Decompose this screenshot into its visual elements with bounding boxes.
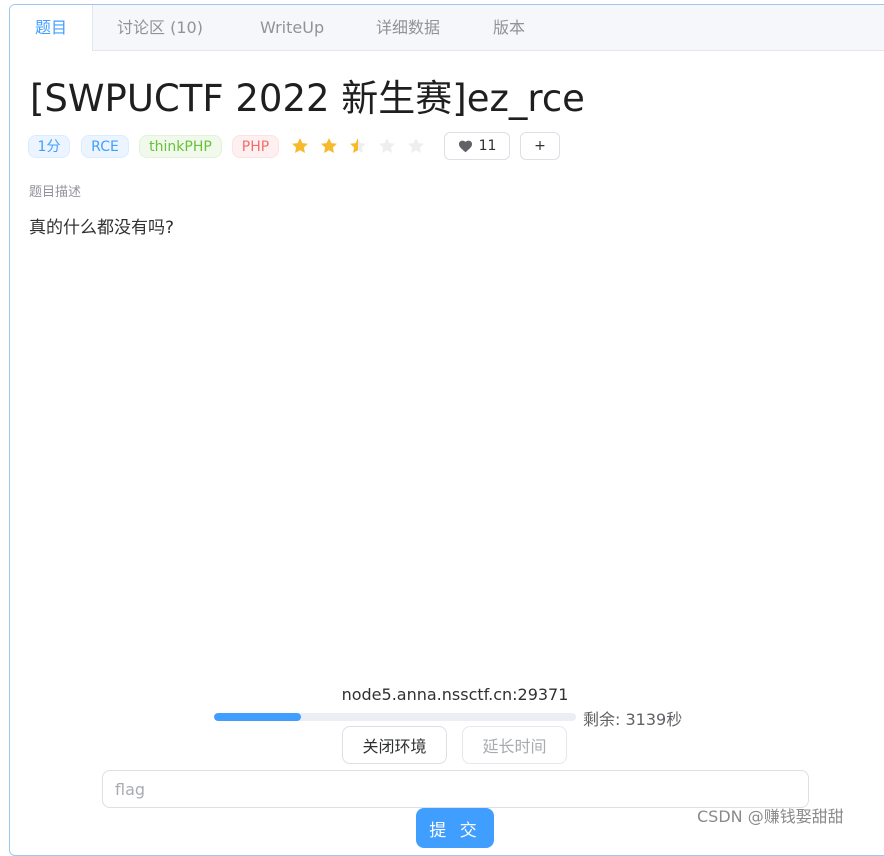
remaining-time: 剩余: 3139秒 xyxy=(583,710,683,729)
star-icon[interactable] xyxy=(290,135,310,157)
tab-version[interactable]: 版本 xyxy=(493,5,525,50)
description-label: 题目描述 xyxy=(29,185,82,200)
page-title: [SWPUCTF 2022 新生赛]ez_rce xyxy=(30,77,585,120)
environment-host[interactable]: node5.anna.nssctf.cn:29371 xyxy=(210,685,700,704)
star-icon[interactable] xyxy=(319,135,339,157)
tab-problem[interactable]: 题目 xyxy=(10,5,93,51)
description-text: 真的什么都没有吗? xyxy=(29,218,175,238)
problem-card: 题目 讨论区 (10) WriteUp 详细数据 版本 [SWPUCTF 202… xyxy=(9,4,884,856)
tab-discussion[interactable]: 讨论区 (10) xyxy=(117,5,203,50)
add-label: + xyxy=(534,138,546,154)
environment-progress xyxy=(214,713,576,721)
tag-rce[interactable]: RCE xyxy=(81,135,129,158)
tag-score: 1分 xyxy=(28,135,70,158)
tag-thinkphp[interactable]: thinkPHP xyxy=(139,135,222,158)
tag-php[interactable]: PHP xyxy=(232,135,279,158)
like-button[interactable]: 11 xyxy=(444,132,510,160)
watermark: CSDN @赚钱娶甜甜 xyxy=(697,807,844,826)
submit-button[interactable]: 提 交 xyxy=(416,808,494,848)
star-half-icon[interactable] xyxy=(348,135,368,157)
like-count: 11 xyxy=(478,138,497,154)
heart-icon xyxy=(458,140,472,153)
close-environment-button[interactable]: 关闭环境 xyxy=(342,726,447,764)
star-icon[interactable] xyxy=(377,135,397,157)
extend-time-button[interactable]: 延长时间 xyxy=(462,726,567,764)
tab-details[interactable]: 详细数据 xyxy=(376,5,440,50)
add-button[interactable]: + xyxy=(520,132,560,160)
star-icon[interactable] xyxy=(406,135,426,157)
progress-fill xyxy=(214,713,301,721)
tab-writeup[interactable]: WriteUp xyxy=(260,5,324,50)
tab-bar: 题目 讨论区 (10) WriteUp 详细数据 版本 xyxy=(10,5,884,51)
